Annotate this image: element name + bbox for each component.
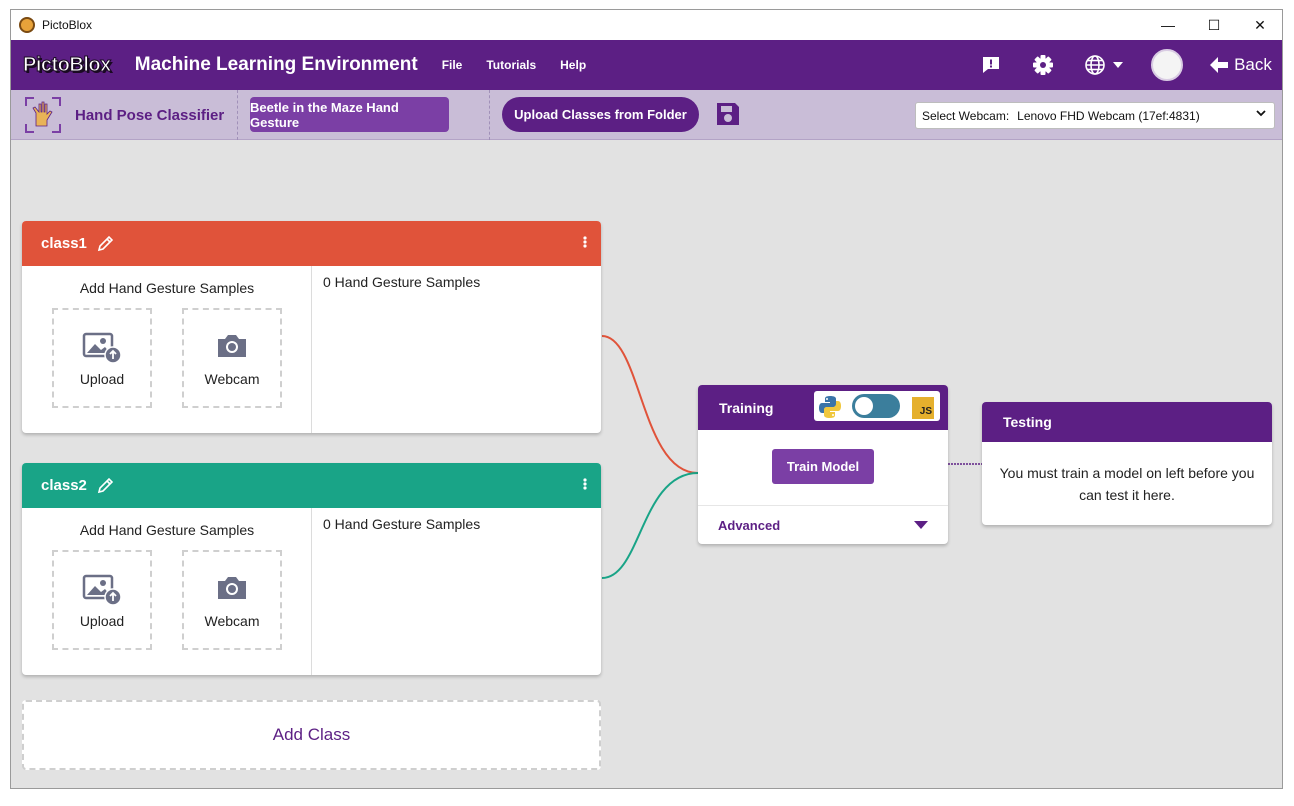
python-js-toggle-switch[interactable] [852,394,900,418]
image-upload-icon [82,332,122,364]
add-samples-pane: Add Hand Gesture Samples Upload Webcam [22,508,312,675]
train-model-button[interactable]: Train Model [772,449,874,484]
add-class-button[interactable]: Add Class [22,700,601,770]
pencil-icon [97,477,114,493]
class-card-class2: class2 Add Hand Gesture Samples Upload W… [22,463,601,675]
upload-samples-button[interactable]: Upload [52,550,152,650]
webcam-capture-button[interactable]: Webcam [182,550,282,650]
testing-header: Testing [982,402,1272,442]
rename-class-button[interactable] [96,235,114,253]
rename-class-button[interactable] [96,477,114,495]
class-options-button[interactable] [583,476,587,497]
class-options-button[interactable] [583,234,587,255]
training-header: Training JS [698,385,948,430]
javascript-icon: JS [912,397,934,419]
camera-icon [218,577,246,599]
webcam-label: Webcam [204,613,260,629]
add-samples-pane: Add Hand Gesture Samples Upload Webcam [22,266,312,433]
toggle-knob [855,397,873,415]
testing-panel: Testing You must train a model on left b… [982,402,1272,525]
webcam-label: Webcam [204,371,260,387]
samples-count: 0 Hand Gesture Samples [323,274,481,290]
class-card-header: class1 [22,221,601,266]
class-name: class1 [41,235,87,252]
testing-message: You must train a model on left before yo… [999,465,1255,503]
samples-count: 0 Hand Gesture Samples [323,516,481,532]
class-name: class2 [41,477,87,494]
image-upload-icon [82,574,122,606]
more-options-icon [583,236,587,248]
upload-label: Upload [79,371,125,387]
pencil-icon [97,235,114,251]
upload-samples-button[interactable]: Upload [52,308,152,408]
class-card-body: Add Hand Gesture Samples Upload Webcam 0… [22,508,601,675]
caret-down-icon [914,521,928,529]
upload-label: Upload [79,613,125,629]
camera-icon [218,335,246,357]
add-samples-title: Add Hand Gesture Samples [79,522,255,538]
app-window: PictoBlox — ☐ ✕ PictoBlox Machine Learni… [10,9,1283,789]
add-samples-title: Add Hand Gesture Samples [79,280,255,296]
advanced-label: Advanced [718,518,781,533]
class1-connector [601,335,699,474]
webcam-capture-button[interactable]: Webcam [182,308,282,408]
advanced-settings-toggle[interactable]: Advanced [698,505,948,544]
training-panel: Training JS Train Model Advanced [698,385,948,544]
more-options-icon [583,478,587,490]
js-label: JS [919,406,932,417]
training-title: Training [719,399,774,416]
language-toggle: JS [814,391,940,421]
class-card-class1: class1 Add Hand Gesture Samples Upload W… [22,221,601,433]
class-card-header: class2 [22,463,601,508]
python-icon [819,396,841,418]
class-card-body: Add Hand Gesture Samples Upload Webcam 0… [22,266,601,433]
class2-connector [601,472,699,579]
testing-title: Testing [1003,414,1052,430]
